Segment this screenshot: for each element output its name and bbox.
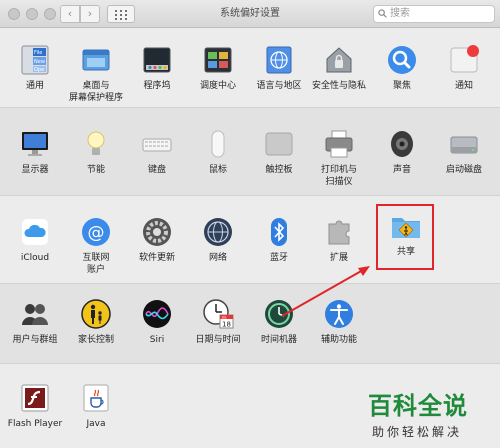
watermark: 百科全说 助你轻松解决 [368, 386, 496, 444]
watermark-title: 百科全说 [368, 392, 468, 420]
watermark-subtitle: 助你轻松解决 [372, 425, 463, 439]
annotation-arrow [281, 266, 370, 317]
